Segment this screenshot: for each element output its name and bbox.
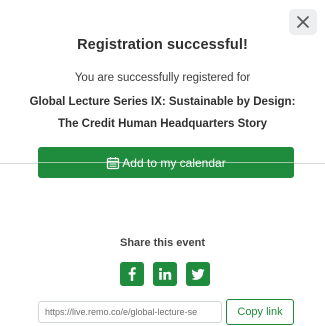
social-share-buttons bbox=[120, 262, 210, 286]
modal-title: Registration successful! bbox=[77, 37, 248, 53]
linkedin-icon bbox=[159, 267, 172, 280]
facebook-icon bbox=[128, 267, 136, 281]
share-twitter-button[interactable] bbox=[186, 262, 210, 286]
share-linkedin-button[interactable] bbox=[153, 262, 177, 286]
registration-subtitle: You are successfully registered for bbox=[74, 72, 251, 84]
event-name: Global Lecture Series IX: Sustainable by… bbox=[0, 91, 325, 135]
button-overlay-line bbox=[38, 162, 294, 163]
close-button[interactable] bbox=[289, 9, 317, 35]
share-link-input[interactable] bbox=[38, 301, 222, 323]
event-name-line-2: The Credit Human Headquarters Story bbox=[58, 118, 267, 130]
copy-link-button[interactable]: Copy link bbox=[226, 299, 294, 325]
twitter-icon bbox=[191, 268, 205, 280]
add-to-calendar-button[interactable]: Add to my calendar bbox=[38, 147, 294, 178]
event-name-line-1: Global Lecture Series IX: Sustainable by… bbox=[29, 96, 296, 108]
share-link-row: Copy link bbox=[38, 299, 294, 325]
share-label: Share this event bbox=[120, 237, 205, 249]
close-icon bbox=[297, 16, 309, 28]
share-facebook-button[interactable] bbox=[120, 262, 144, 286]
